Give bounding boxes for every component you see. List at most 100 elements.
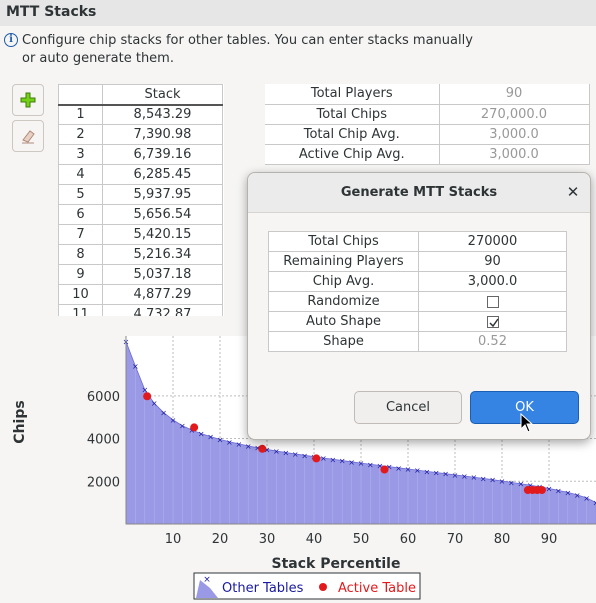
close-icon[interactable]: ✕ xyxy=(564,183,582,201)
table-row[interactable]: 2 7,390.98 xyxy=(58,124,223,145)
legend-label-active-table: Active Table xyxy=(338,581,416,596)
stack-table: Stack 1 8,543.29 2 7,390.98 3 6,739.16 4 6,285.… xyxy=(58,84,223,316)
auto-shape-checkbox[interactable] xyxy=(486,315,499,328)
table-row[interactable]: 11 4,732.87 xyxy=(58,304,223,316)
row-index: 6 xyxy=(58,204,103,225)
data-point-other-tables: × xyxy=(555,486,562,495)
chip-avg-label: Chip Avg. xyxy=(268,271,419,292)
summary-value: 3,000.0 xyxy=(439,144,590,165)
randomize-checkbox[interactable] xyxy=(486,295,499,308)
table-row[interactable]: 3 6,739.16 xyxy=(58,144,223,165)
cancel-button[interactable]: Cancel xyxy=(354,391,462,424)
stack-value-cell[interactable]: 5,656.54 xyxy=(102,204,223,225)
data-point-other-tables: × xyxy=(499,477,506,486)
summary-value: 270,000.0 xyxy=(439,104,590,125)
table-row[interactable]: 1 8,543.29 xyxy=(58,104,223,125)
row-index: 2 xyxy=(58,124,103,145)
table-row[interactable]: 9 5,037.18 xyxy=(58,264,223,285)
info-line-2: or auto generate them. xyxy=(22,51,174,66)
data-point-other-tables: × xyxy=(574,491,581,500)
stack-table-index-header xyxy=(58,84,103,106)
stack-value-cell[interactable]: 5,037.18 xyxy=(102,264,223,285)
data-point-other-tables: × xyxy=(593,499,596,508)
stack-value-cell[interactable]: 4,732.87 xyxy=(102,304,223,316)
stack-value-cell[interactable]: 6,739.16 xyxy=(102,144,223,165)
dialog-row-chip-avg: Chip Avg. 3,000.0 xyxy=(268,271,567,292)
row-index: 9 xyxy=(58,264,103,285)
data-point-other-tables: × xyxy=(517,480,524,489)
data-point-other-tables: × xyxy=(358,459,365,468)
data-point-other-tables: × xyxy=(301,451,308,460)
summary-row: Total Players 90 xyxy=(265,84,590,105)
summary-row: Total Chips 270,000.0 xyxy=(265,104,590,125)
data-point-other-tables: × xyxy=(198,430,205,439)
stack-value-cell[interactable]: 5,937.95 xyxy=(102,184,223,205)
add-stack-button[interactable] xyxy=(12,84,44,116)
chip-avg-field[interactable]: 3,000.0 xyxy=(418,271,567,292)
summary-row: Total Chip Avg. 3,000.0 xyxy=(265,124,590,145)
x-tick-label: 30 xyxy=(259,532,276,547)
stack-value-cell[interactable]: 6,285.45 xyxy=(102,164,223,185)
data-point-other-tables: × xyxy=(442,470,449,479)
data-point-active-table xyxy=(143,392,152,401)
data-point-other-tables: × xyxy=(292,450,299,459)
y-tick-label: 6000 xyxy=(87,390,120,405)
total-chips-field[interactable]: 270000 xyxy=(418,231,567,252)
stack-table-header[interactable]: Stack xyxy=(102,84,223,106)
x-tick-label: 60 xyxy=(400,532,417,547)
stack-value-cell[interactable]: 5,420.15 xyxy=(102,224,223,245)
data-point-other-tables: × xyxy=(583,494,590,503)
info-icon: i xyxy=(4,33,18,47)
data-point-other-tables: × xyxy=(151,399,158,408)
row-index: 7 xyxy=(58,224,103,245)
data-point-other-tables: × xyxy=(339,457,346,466)
data-point-other-tables: × xyxy=(245,442,252,451)
row-index: 1 xyxy=(58,104,103,125)
dialog-form: Total Chips 270000 Remaining Players 90 … xyxy=(268,231,567,352)
data-point-active-table xyxy=(312,454,321,463)
shape-field[interactable]: 0.52 xyxy=(418,331,567,352)
stack-table-container[interactable]: Stack 1 8,543.29 2 7,390.98 3 6,739.16 4 6,285.… xyxy=(58,84,224,316)
clear-stacks-button[interactable] xyxy=(12,120,44,152)
x-tick-label: 90 xyxy=(541,532,558,547)
dialog-row-randomize: Randomize xyxy=(268,291,567,312)
shape-label: Shape xyxy=(268,331,419,352)
stack-value-cell[interactable]: 8,543.29 xyxy=(102,104,223,125)
data-point-other-tables: × xyxy=(480,474,487,483)
auto-shape-cell xyxy=(418,311,567,332)
x-tick-label: 50 xyxy=(353,532,370,547)
data-point-other-tables: × xyxy=(160,409,167,418)
y-tick-label: 4000 xyxy=(87,433,120,448)
table-row[interactable]: 5 5,937.95 xyxy=(58,184,223,205)
data-point-other-tables: × xyxy=(170,416,177,425)
table-row[interactable]: 6 5,656.54 xyxy=(58,204,223,225)
data-point-other-tables: × xyxy=(423,467,430,476)
data-point-active-table xyxy=(380,465,389,474)
remaining-players-field[interactable]: 90 xyxy=(418,251,567,272)
data-point-other-tables: × xyxy=(320,454,327,463)
eraser-icon xyxy=(22,130,35,144)
dialog-row-auto-shape: Auto Shape xyxy=(268,311,567,332)
data-point-other-tables: × xyxy=(452,471,459,480)
dialog-row-shape: Shape 0.52 xyxy=(268,331,567,352)
table-row[interactable]: 8 5,216.34 xyxy=(58,244,223,265)
info-text: Configure chip stacks for other tables. … xyxy=(22,32,502,68)
row-index: 3 xyxy=(58,144,103,165)
data-point-other-tables: × xyxy=(414,466,421,475)
stack-value-cell[interactable]: 7,390.98 xyxy=(102,124,223,145)
row-index: 10 xyxy=(58,284,103,305)
x-tick-label: 80 xyxy=(494,532,511,547)
data-point-other-tables: × xyxy=(282,449,289,458)
dialog-row-remaining-players: Remaining Players 90 xyxy=(268,251,567,272)
table-row[interactable]: 7 5,420.15 xyxy=(58,224,223,245)
total-chips-label: Total Chips xyxy=(268,231,419,252)
table-row[interactable]: 4 6,285.45 xyxy=(58,164,223,185)
stack-value-cell[interactable]: 5,216.34 xyxy=(102,244,223,265)
y-axis-label: Chips xyxy=(12,400,28,443)
data-point-other-tables: × xyxy=(226,438,233,447)
stack-value-cell[interactable]: 4,877.29 xyxy=(102,284,223,305)
data-point-other-tables: × xyxy=(470,473,477,482)
data-point-other-tables: × xyxy=(489,476,496,485)
table-row[interactable]: 10 4,877.29 xyxy=(58,284,223,305)
summary-label: Active Chip Avg. xyxy=(265,144,440,165)
